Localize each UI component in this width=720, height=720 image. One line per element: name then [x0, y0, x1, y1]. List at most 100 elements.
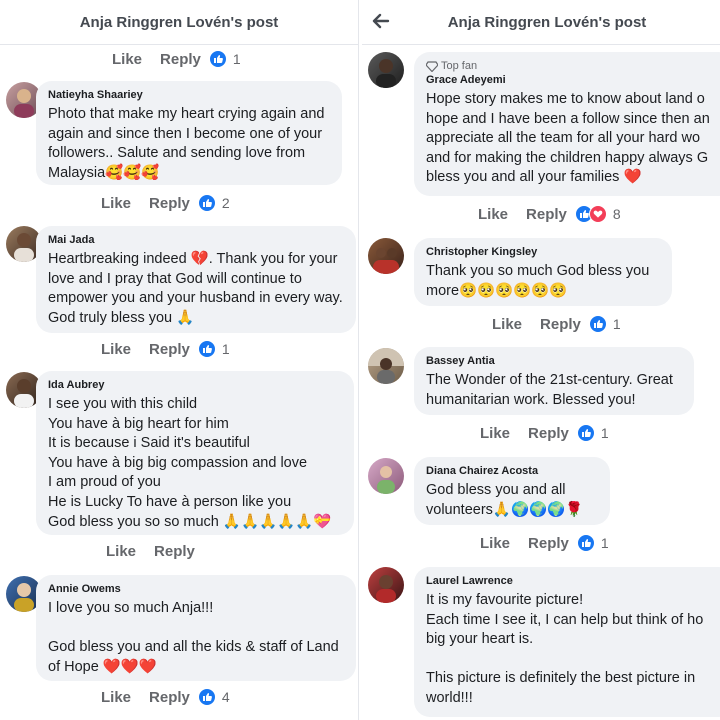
comment-text: Malaysia🥰🥰🥰 [48, 164, 160, 181]
comment-author[interactable]: Christopher Kingsley [426, 246, 660, 258]
comment-author[interactable]: Diana Chairez Acosta [426, 465, 598, 477]
reaction-badge[interactable] [574, 205, 607, 223]
comment-bubble: Diana Chairez Acosta God bless you and a… [414, 457, 610, 525]
like-button[interactable]: Like [106, 543, 136, 560]
comment-text: I am proud of you [48, 474, 161, 491]
comment-text: It is because i Said it's beautiful [48, 435, 250, 452]
reply-button[interactable]: Reply [540, 316, 581, 333]
reaction-count: 8 [612, 206, 621, 222]
reaction-badge[interactable] [576, 424, 595, 442]
comment-author[interactable]: Grace Adeyemi [426, 74, 720, 86]
comment-text: Thank you so much God bless you [426, 263, 650, 279]
comment-text: hope and I have been a follow since then… [426, 110, 710, 127]
thumbs-up-icon [208, 50, 227, 68]
comment-actions: Like Reply 1 [480, 534, 609, 552]
reply-button[interactable]: Reply [528, 535, 569, 552]
reaction-badge[interactable] [197, 688, 216, 706]
like-button[interactable]: Like [480, 535, 510, 552]
like-button[interactable]: Like [112, 51, 142, 68]
avatar[interactable] [368, 52, 404, 88]
comment-text: God bless you and all the kids & staff o… [48, 639, 339, 656]
comment-text: Hope story makes me to know about land o [426, 91, 705, 107]
comment-bubble: Ida Aubrey I see you with this child You… [36, 371, 354, 535]
comment-actions: Like Reply 1 [101, 340, 230, 358]
heart-icon [588, 205, 607, 223]
like-button[interactable]: Like [101, 341, 131, 358]
comment-text: God bless you and all [426, 482, 566, 498]
comment-text: It is my favourite picture! [426, 592, 584, 608]
comment-text: I love you so much Anja!!! [48, 600, 214, 616]
header-divider [362, 44, 720, 45]
reaction-count: 1 [600, 535, 609, 551]
comment-author[interactable]: Natieyha Shaariey [48, 89, 330, 101]
comment-actions: Like Reply 2 [101, 194, 230, 212]
avatar[interactable] [368, 348, 404, 384]
reaction-badge[interactable] [208, 50, 227, 68]
thumbs-up-icon [197, 194, 216, 212]
comment-text: bless you and all your families ❤️ [426, 169, 642, 186]
comment-bubble: Mai Jada Heartbreaking indeed 💔. Thank y… [36, 226, 356, 333]
avatar[interactable] [368, 238, 404, 274]
comment-text: appreciate all the team for all your har… [426, 130, 701, 147]
post-title: Anja Ringgren Lovén's post [79, 13, 279, 31]
back-arrow-icon[interactable] [370, 10, 392, 32]
diamond-icon [426, 60, 438, 72]
reaction-count: 2 [221, 195, 230, 211]
reply-button[interactable]: Reply [154, 543, 195, 560]
comment-text: love and I pray that God will continue t… [48, 270, 302, 287]
comment-bubble: Natieyha Shaariey Photo that make my hea… [36, 81, 342, 185]
reaction-count: 1 [612, 316, 621, 332]
left-panel: Anja Ringgren Lovén's post Like Reply 1 … [0, 0, 358, 720]
top-fan-label: Top fan [441, 60, 478, 72]
comment-text: world!!! [426, 689, 473, 706]
like-button[interactable]: Like [478, 206, 508, 223]
avatar[interactable] [368, 458, 404, 494]
comment-actions: Like Reply 1 [480, 424, 609, 442]
comment-text: humanitarian work. Blessed you! [426, 391, 636, 408]
comment-actions: Like Reply 1 [112, 50, 241, 68]
thumbs-up-icon [197, 688, 216, 706]
thumbs-up-icon [576, 534, 595, 552]
reply-button[interactable]: Reply [528, 425, 569, 442]
comment-actions: Like Reply 4 [101, 688, 230, 706]
comment-bubble: Laurel Lawrence It is my favourite pictu… [414, 567, 720, 717]
right-panel: Anja Ringgren Lovén's post Top fan Grace… [362, 0, 720, 720]
like-button[interactable]: Like [492, 316, 522, 333]
reaction-count: 1 [232, 51, 241, 67]
comment-text: again and since then I become one of you… [48, 125, 323, 142]
reply-button[interactable]: Reply [160, 51, 201, 68]
comment-author[interactable]: Ida Aubrey [48, 379, 342, 391]
reply-button[interactable]: Reply [526, 206, 567, 223]
comment-text: I see you with this child [48, 396, 198, 412]
reaction-count: 1 [600, 425, 609, 441]
like-button[interactable]: Like [101, 195, 131, 212]
comment-text: big your heart is. [426, 631, 534, 648]
header-divider [0, 44, 358, 45]
comment-author[interactable]: Laurel Lawrence [426, 575, 720, 587]
comment-text: God bless you so so much 🙏🙏🙏🙏🙏💝 [48, 513, 332, 530]
like-button[interactable]: Like [480, 425, 510, 442]
reply-button[interactable]: Reply [149, 341, 190, 358]
comment-text: more🥺🥺🥺🥺🥺🥺 [426, 282, 568, 299]
comment-text: of Hope ❤️❤️❤️ [48, 658, 157, 675]
comment-author[interactable]: Bassey Antia [426, 355, 682, 367]
thumbs-up-icon [197, 340, 216, 358]
comment-actions: Like Reply [106, 543, 203, 560]
comment-author[interactable]: Mai Jada [48, 234, 344, 246]
reply-button[interactable]: Reply [149, 689, 190, 706]
comment-text: followers.. Salute and sending love from [48, 145, 306, 162]
comment-text: He is Lucky To have à person like you [48, 493, 292, 510]
comment-text: The Wonder of the 21st-century. Great [426, 372, 673, 388]
reaction-badge[interactable] [588, 315, 607, 333]
comment-text: Photo that make my heart crying again an… [48, 106, 325, 122]
like-button[interactable]: Like [101, 689, 131, 706]
reply-button[interactable]: Reply [149, 195, 190, 212]
post-title: Anja Ringgren Lovén's post [447, 13, 647, 31]
reaction-badge[interactable] [576, 534, 595, 552]
avatar[interactable] [368, 567, 404, 603]
reaction-badge[interactable] [197, 194, 216, 212]
comment-author[interactable]: Annie Owems [48, 583, 344, 595]
reaction-badge[interactable] [197, 340, 216, 358]
reaction-count: 4 [221, 689, 230, 705]
top-fan-badge: Top fan [426, 60, 720, 72]
